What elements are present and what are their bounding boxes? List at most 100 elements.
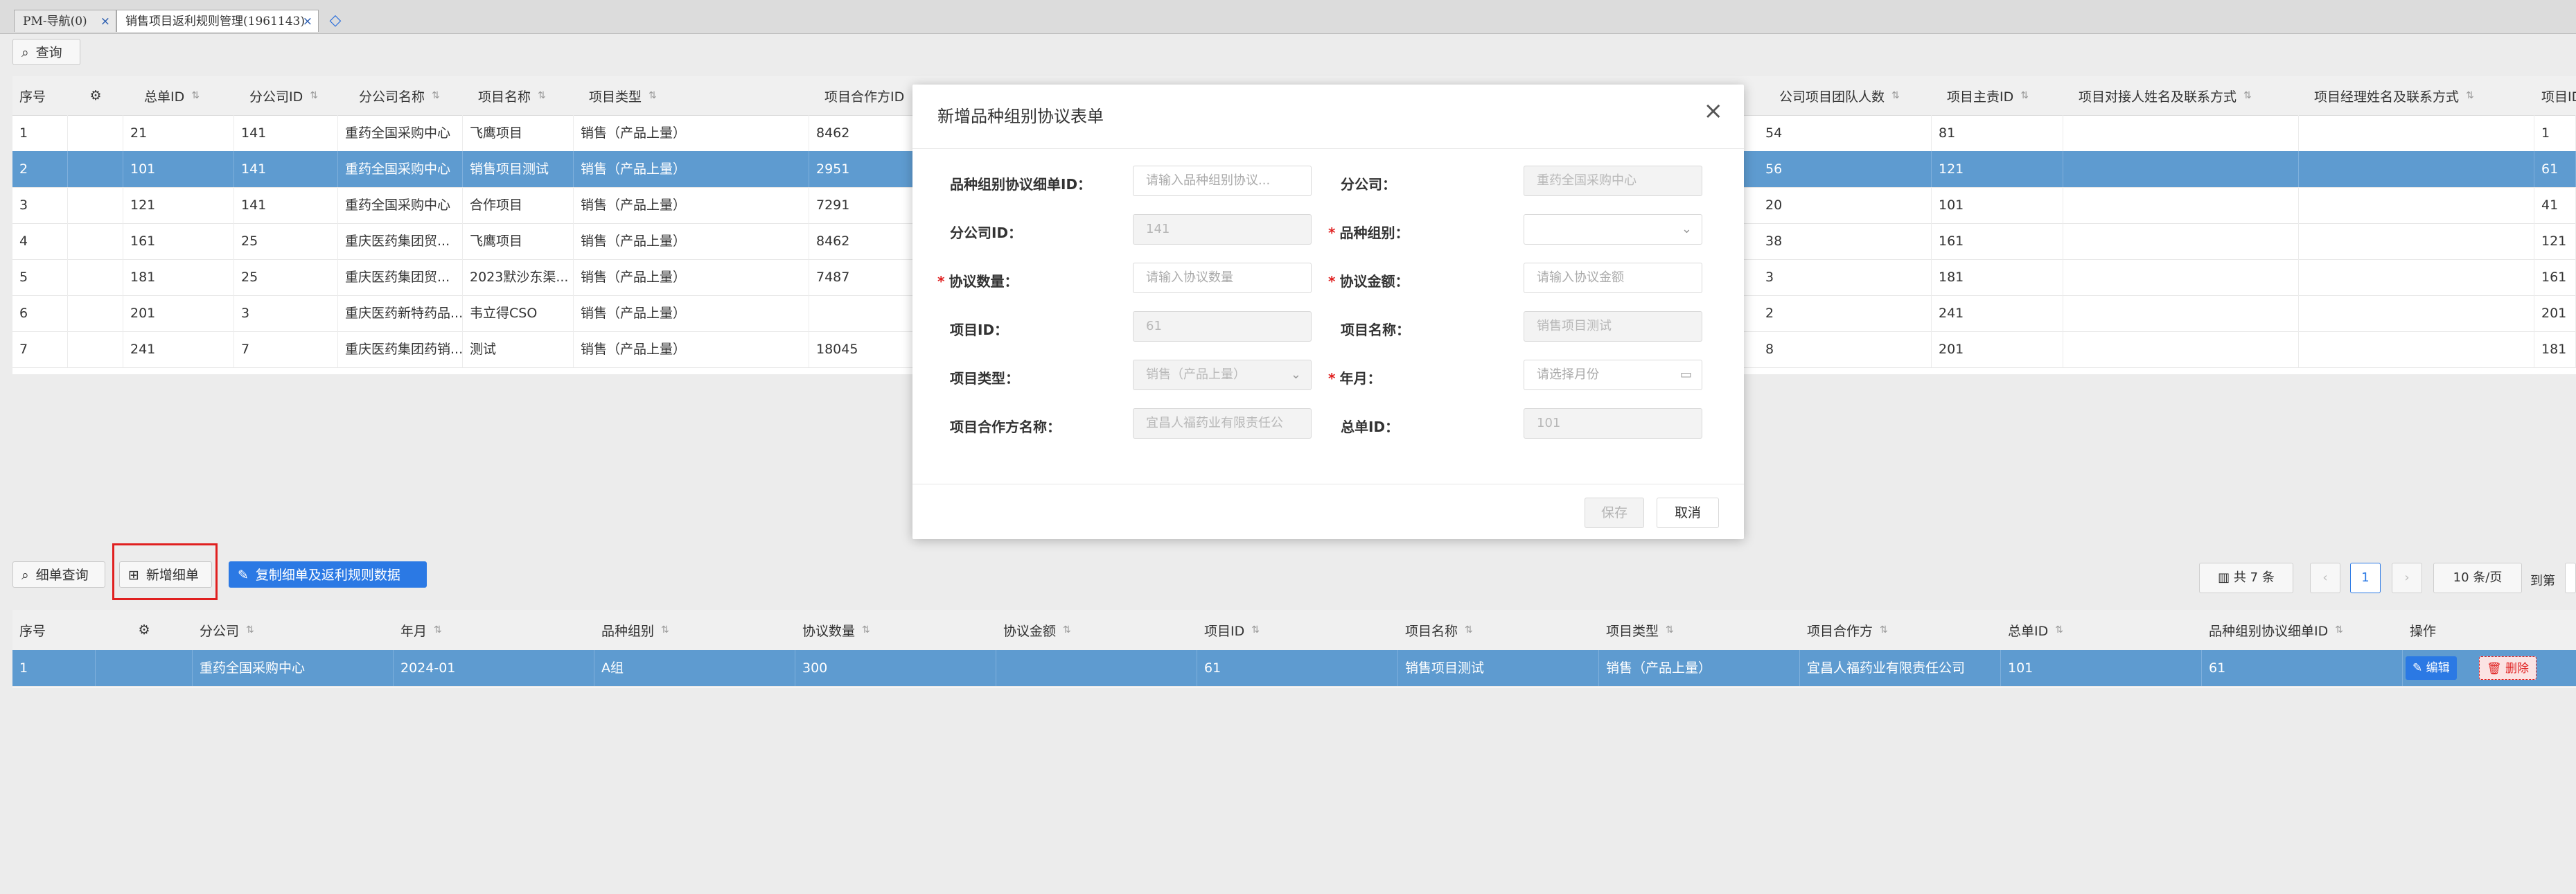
close-icon[interactable]: × bbox=[1704, 97, 1724, 125]
project-id-label: 项目ID： bbox=[950, 322, 1009, 338]
page-1-button[interactable]: 1 bbox=[2350, 563, 2381, 593]
table-cell bbox=[2299, 115, 2534, 151]
table-cell: 101 bbox=[123, 151, 234, 187]
column-header[interactable]: 协议数量 ⇅ bbox=[795, 610, 996, 650]
partner-name-label: 项目合作方名称： bbox=[950, 419, 1061, 435]
table-cell: 重庆医药新特药品... bbox=[338, 295, 463, 331]
table-cell: 201 bbox=[123, 295, 234, 331]
amount-label: * 协议金额： bbox=[1328, 273, 1409, 290]
table-cell: 2023默沙东渠... bbox=[463, 259, 574, 295]
prev-page-button[interactable]: ‹ bbox=[2310, 563, 2340, 593]
table-cell bbox=[2299, 223, 2534, 259]
tab-pm-nav[interactable]: PM-导航(0) × bbox=[14, 10, 116, 32]
table-cell: 181 bbox=[2534, 331, 2576, 367]
bar-chart-icon: ▥ bbox=[2218, 570, 2230, 585]
gear-icon[interactable]: ⚙ bbox=[68, 76, 123, 115]
table-cell: 20 bbox=[1758, 187, 1932, 223]
table-cell: 241 bbox=[123, 331, 234, 367]
column-header[interactable]: 分公司ID ⇅ bbox=[234, 76, 338, 115]
detail-id-input[interactable]: 请输入品种组别协议... bbox=[1133, 166, 1312, 196]
column-header[interactable]: 项目名称 ⇅ bbox=[463, 76, 574, 115]
column-header[interactable]: 协议金额 ⇅ bbox=[996, 610, 1197, 650]
table-cell bbox=[68, 223, 123, 259]
save-button[interactable]: 保存 bbox=[1585, 498, 1644, 528]
next-page-button[interactable]: › bbox=[2392, 563, 2422, 593]
qty-label: * 协议数量： bbox=[937, 273, 1018, 290]
table-cell: 141 bbox=[234, 151, 338, 187]
table-cell: 141 bbox=[234, 115, 338, 151]
branch-id-field: 141 bbox=[1133, 214, 1312, 245]
column-header[interactable]: 项目对接人姓名及联系方式 ⇅ bbox=[2063, 76, 2299, 115]
edit-button[interactable]: ✎ 编辑 bbox=[2406, 656, 2457, 680]
new-tab-icon[interactable]: ◇ bbox=[326, 11, 345, 30]
amount-input[interactable]: 请输入协议金额 bbox=[1524, 263, 1702, 293]
column-header[interactable]: 分公司 ⇅ bbox=[193, 610, 394, 650]
table-row[interactable]: 1 重药全国采购中心 2024-01 A组 300 61 销售项目测试 销售（产… bbox=[12, 650, 2576, 687]
column-header[interactable]: 分公司名称 ⇅ bbox=[338, 76, 463, 115]
column-header[interactable]: 公司项目团队人数 ⇅ bbox=[1758, 76, 1932, 115]
project-id-field: 61 bbox=[1133, 311, 1312, 342]
column-header[interactable]: 项目合作方ID bbox=[809, 76, 927, 115]
table-cell: 101 bbox=[1932, 187, 2063, 223]
gear-icon[interactable]: ⚙ bbox=[96, 610, 193, 650]
column-header[interactable]: 序号 bbox=[12, 610, 96, 650]
goto-input[interactable] bbox=[2565, 563, 2576, 593]
column-header[interactable]: 项目经理姓名及联系方式 ⇅ bbox=[2299, 76, 2534, 115]
cancel-button[interactable]: 取消 bbox=[1657, 498, 1719, 528]
table-cell bbox=[2063, 151, 2299, 187]
table-cell bbox=[68, 295, 123, 331]
column-header[interactable]: 项目类型 ⇅ bbox=[574, 76, 809, 115]
column-header[interactable]: 序号 bbox=[12, 76, 68, 115]
column-header[interactable]: 总单ID ⇅ bbox=[2001, 610, 2202, 650]
detail-query-button[interactable]: ⌕ 细单查询 bbox=[12, 561, 105, 588]
table-cell: 25 bbox=[234, 223, 338, 259]
order-id-label: 总单ID： bbox=[1341, 419, 1400, 435]
tab-rebate-rules[interactable]: 销售项目返利规则管理(1961143) × bbox=[116, 10, 319, 32]
table-cell: 7 bbox=[234, 331, 338, 367]
close-icon[interactable]: × bbox=[303, 10, 312, 33]
column-header[interactable]: 品种组别协议细单ID ⇅ bbox=[2202, 610, 2403, 650]
delete-button[interactable]: 🗑 删除 bbox=[2479, 656, 2537, 680]
partner-name-field: 宜昌人福药业有限责任公 bbox=[1133, 408, 1312, 439]
table-cell: 1 bbox=[12, 115, 68, 151]
table-cell: 重药全国采购中心 bbox=[338, 115, 463, 151]
search-icon: ⌕ bbox=[21, 568, 29, 583]
table-cell: 测试 bbox=[463, 331, 574, 367]
column-header[interactable]: 品种组别 ⇅ bbox=[594, 610, 795, 650]
column-header[interactable]: 项目名称 ⇅ bbox=[1398, 610, 1599, 650]
modal-title: 新增品种组别协议表单 bbox=[937, 107, 1104, 126]
table-cell: 销售（产品上量） bbox=[574, 115, 809, 151]
table-cell: 18045 bbox=[809, 331, 927, 367]
chevron-down-icon: ⌄ bbox=[1681, 222, 1692, 236]
highlight-box bbox=[112, 543, 218, 600]
table-cell bbox=[68, 187, 123, 223]
close-icon[interactable]: × bbox=[100, 10, 110, 33]
page-size-select[interactable]: 10 条/页 bbox=[2433, 563, 2522, 593]
table-cell: 3 bbox=[234, 295, 338, 331]
table-cell bbox=[2299, 187, 2534, 223]
year-month-label: * 年月： bbox=[1328, 370, 1382, 387]
column-header[interactable]: 总单ID ⇅ bbox=[123, 76, 234, 115]
column-header[interactable]: 项目主责ID ⇅ bbox=[1932, 76, 2063, 115]
copy-detail-button[interactable]: ✎ 复制细单及返利规则数据 bbox=[229, 561, 427, 588]
year-month-picker[interactable]: 请选择月份 ▭ bbox=[1524, 360, 1702, 390]
column-header[interactable]: 项目合作方 ⇅ bbox=[1800, 610, 2001, 650]
table-cell bbox=[68, 151, 123, 187]
table-cell: 141 bbox=[234, 187, 338, 223]
column-header[interactable]: 项目ID ⇅ bbox=[1197, 610, 1398, 650]
column-header[interactable]: 项目类型 ⇅ bbox=[1599, 610, 1800, 650]
variety-group-label: * 品种组别： bbox=[1328, 225, 1409, 241]
order-id-field: 101 bbox=[1524, 408, 1702, 439]
table-cell: 重庆医药集团药销... bbox=[338, 331, 463, 367]
table-cell: 7 bbox=[12, 331, 68, 367]
detail-id-label: 品种组别协议细单ID： bbox=[950, 176, 1092, 193]
variety-group-select[interactable]: ⌄ bbox=[1524, 214, 1702, 245]
calendar-icon: ▭ bbox=[1679, 367, 1692, 382]
column-header[interactable]: 年月 ⇅ bbox=[394, 610, 594, 650]
query-button[interactable]: ⌕ 查询 bbox=[12, 39, 80, 65]
total-count: ▥ 共 7 条 bbox=[2199, 563, 2293, 593]
column-header: 操作 bbox=[2410, 623, 2437, 639]
qty-input[interactable]: 请输入协议数量 bbox=[1133, 263, 1312, 293]
column-header[interactable]: 项目ID bbox=[2534, 76, 2576, 115]
table-cell bbox=[2299, 295, 2534, 331]
